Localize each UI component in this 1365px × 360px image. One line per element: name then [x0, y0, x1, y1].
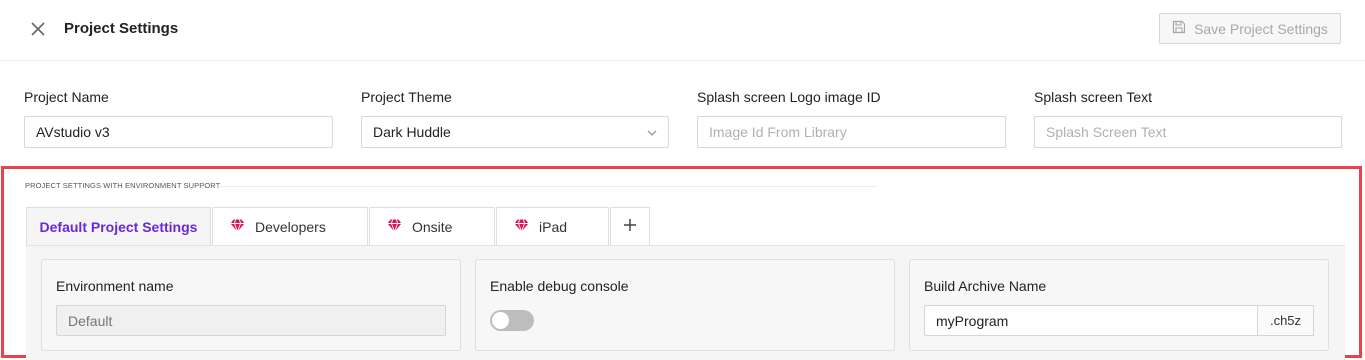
environment-section: PROJECT SETTINGS WITH ENVIRONMENT SUPPOR… — [1, 166, 1362, 360]
environment-name-label: Environment name — [56, 278, 174, 294]
tab-label: Default Project Settings — [39, 219, 198, 235]
tab-default-project-settings[interactable]: Default Project Settings — [26, 207, 211, 246]
tab-developers[interactable]: Developers — [212, 207, 368, 245]
floppy-disk-icon — [1172, 20, 1186, 37]
build-archive-input[interactable] — [924, 305, 1258, 336]
tab-label: Developers — [255, 218, 326, 235]
gem-icon — [387, 218, 402, 235]
debug-console-card: Enable debug console — [475, 259, 895, 351]
plus-icon — [623, 218, 637, 235]
tab-onsite[interactable]: Onsite — [369, 207, 495, 245]
build-archive-label: Build Archive Name — [924, 278, 1047, 294]
header: Project Settings Save Project Settings — [0, 0, 1365, 61]
splash-logo-input[interactable] — [697, 116, 1006, 148]
debug-console-label: Enable debug console — [490, 278, 629, 294]
project-name-label: Project Name — [24, 89, 109, 105]
close-icon[interactable] — [28, 19, 48, 39]
add-environment-button[interactable] — [610, 207, 650, 245]
splash-text-input[interactable] — [1034, 116, 1342, 148]
project-theme-value: Dark Huddle — [373, 124, 451, 140]
gem-icon — [230, 218, 245, 235]
page-title: Project Settings — [64, 20, 179, 37]
chevron-down-icon — [646, 126, 658, 142]
environment-panel: Environment name Enable debug console Bu… — [26, 245, 1345, 360]
tab-ipad[interactable]: iPad — [496, 207, 609, 245]
save-button-label: Save Project Settings — [1194, 20, 1328, 37]
tab-label: Onsite — [412, 218, 453, 235]
archive-extension: .ch5z — [1258, 305, 1314, 336]
save-project-settings-button[interactable]: Save Project Settings — [1159, 13, 1341, 44]
environment-name-input — [56, 305, 446, 336]
splash-logo-label: Splash screen Logo image ID — [697, 89, 881, 105]
environment-heading: PROJECT SETTINGS WITH ENVIRONMENT SUPPOR… — [25, 181, 221, 190]
project-theme-label: Project Theme — [361, 89, 452, 105]
toggle-knob — [492, 312, 509, 329]
build-archive-group: .ch5z — [924, 305, 1314, 336]
project-name-input[interactable] — [24, 116, 333, 148]
debug-console-toggle[interactable] — [490, 310, 534, 331]
build-archive-card: Build Archive Name .ch5z — [909, 259, 1329, 351]
project-theme-select[interactable]: Dark Huddle — [361, 116, 669, 148]
splash-text-label: Splash screen Text — [1034, 89, 1153, 105]
tab-label: iPad — [539, 218, 568, 235]
heading-divider — [217, 186, 877, 187]
gem-icon — [514, 218, 529, 235]
environment-name-card: Environment name — [41, 259, 461, 351]
